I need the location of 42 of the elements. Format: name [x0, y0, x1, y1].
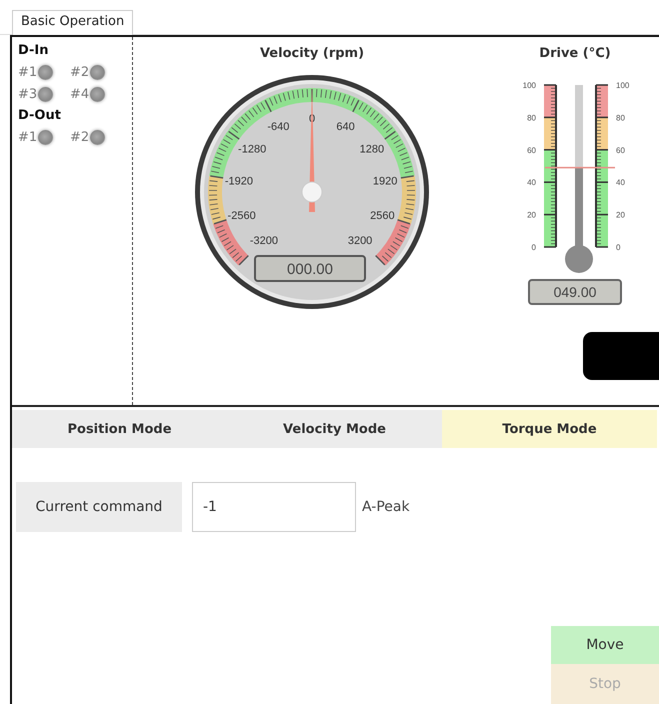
pin-label: #3 [18, 87, 38, 102]
pin-label: #1 [18, 130, 38, 145]
gauge-title: Velocity (rpm) [260, 46, 364, 61]
gauge-readout: 000.00 [254, 255, 366, 282]
mode-tab[interactable]: Torque Mode [442, 410, 657, 448]
mode-tab[interactable]: Position Mode [12, 410, 227, 448]
unit-label: A-Peak [362, 499, 410, 515]
scale-label: 40 [616, 178, 625, 188]
group-title: D-Out [18, 108, 62, 125]
action-button[interactable]: Move [551, 626, 659, 664]
scale-label: 1280 [360, 144, 384, 156]
scale-label: 100 [522, 81, 536, 90]
scale-label: 60 [616, 146, 625, 155]
pin-label: #1 [18, 65, 38, 80]
pin-label: #2 [70, 65, 90, 80]
scale-label: 100 [616, 81, 630, 90]
pin-label: #4 [70, 87, 90, 102]
scale-label: 80 [616, 113, 625, 122]
scale-label: -1280 [238, 144, 266, 156]
gauge-title: Drive (°C) [539, 46, 611, 61]
scale-label: 40 [527, 178, 536, 188]
scale-label: 20 [616, 210, 625, 220]
scale-label: 80 [527, 113, 536, 122]
scale-label: 20 [527, 210, 536, 220]
scale-label: -2560 [228, 210, 256, 222]
scale-label: 1920 [372, 175, 398, 188]
scale-label: 3200 [348, 235, 372, 248]
tab[interactable]: Basic Operation [12, 10, 134, 35]
scale-label: 0 [532, 243, 536, 252]
mode-tab[interactable]: Velocity Mode [227, 410, 442, 448]
scale-label: 640 [336, 121, 355, 134]
scale-label: -640 [267, 121, 290, 134]
scale-label: 2560 [370, 210, 395, 222]
group-title: D-In [18, 43, 50, 60]
scale-label: -1920 [224, 175, 253, 188]
field-label: Current command [16, 482, 182, 532]
scale-label: 0 [616, 243, 620, 252]
input-field[interactable]: -1 [192, 482, 356, 532]
thermometer-readout: 049.00 [528, 279, 622, 305]
pin-label: #2 [70, 130, 90, 145]
scale-label: -3200 [250, 235, 278, 248]
scale-label: 60 [527, 146, 536, 155]
